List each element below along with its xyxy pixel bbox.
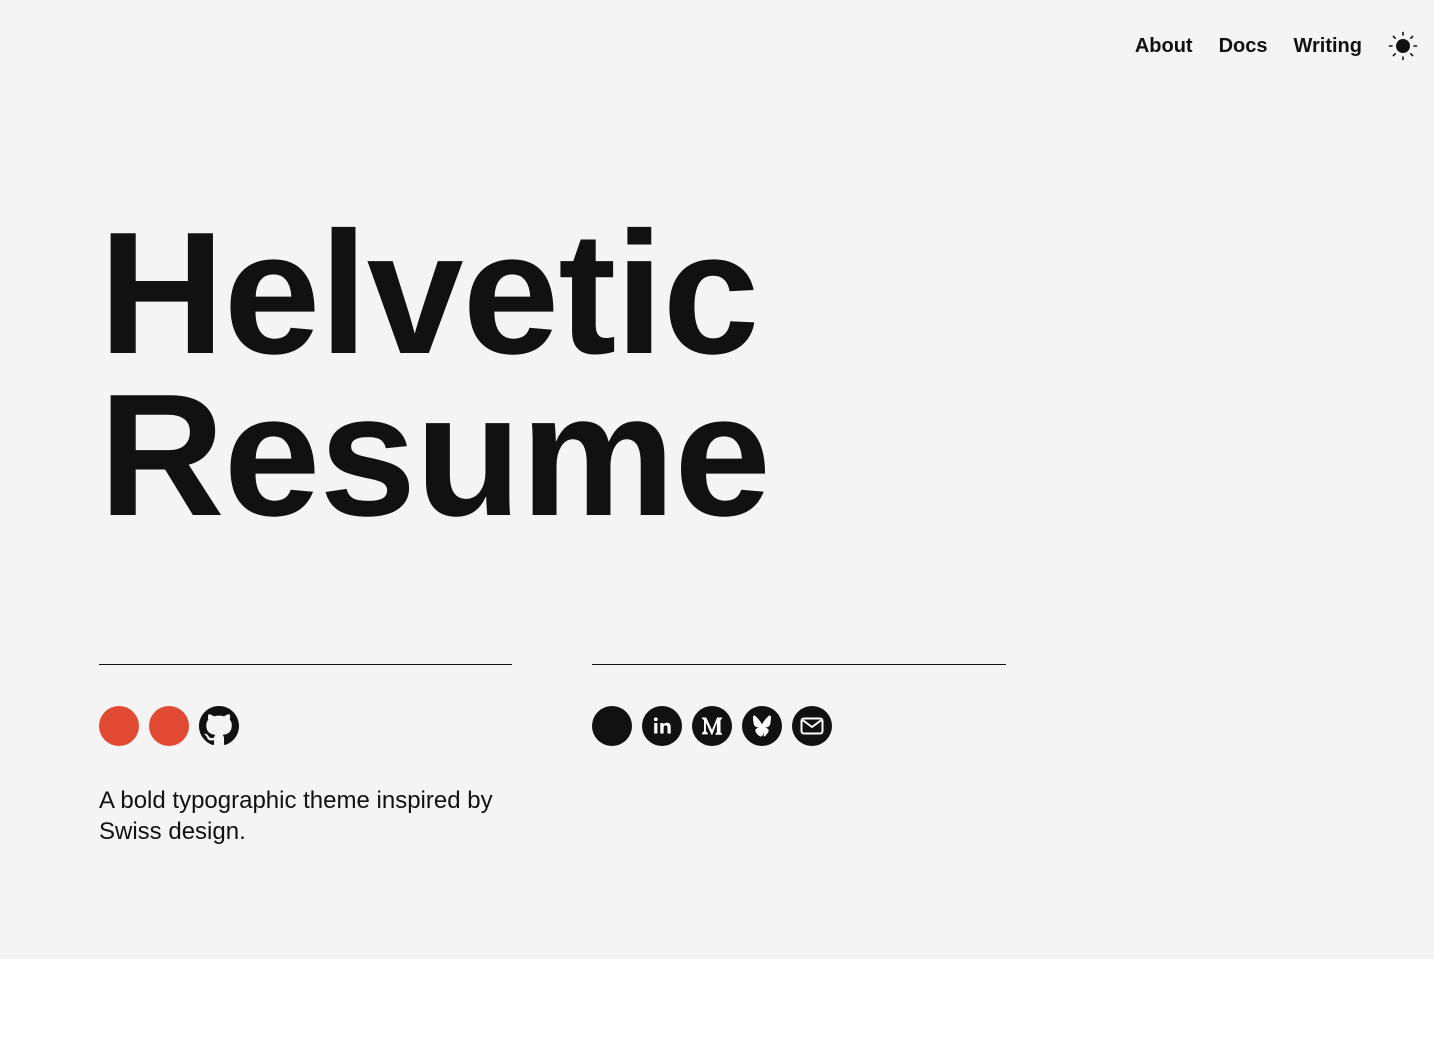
- black-dot-icon[interactable]: [592, 706, 632, 746]
- top-nav: About Docs Writing: [1135, 28, 1418, 64]
- nav-about-link[interactable]: About: [1135, 28, 1193, 64]
- nav-docs-link[interactable]: Docs: [1219, 28, 1268, 64]
- theme-toggle-button[interactable]: [1388, 31, 1418, 61]
- medium-icon[interactable]: [692, 706, 732, 746]
- tagline: A bold typographic theme inspired by Swi…: [99, 787, 493, 845]
- hero-title-line-1: Helvetic: [99, 195, 759, 390]
- linkedin-icon[interactable]: [642, 706, 682, 746]
- left-icon-row: [99, 706, 512, 746]
- right-divider: [592, 664, 1006, 665]
- bluesky-icon[interactable]: [742, 706, 782, 746]
- red-dot-icon[interactable]: [99, 706, 139, 746]
- right-column: [592, 664, 1006, 746]
- page: About Docs Writing Helvetic Resume A bol…: [0, 0, 1434, 959]
- left-divider: [99, 664, 512, 665]
- right-icon-row: [592, 706, 1006, 746]
- left-column: A bold typographic theme inspired by Swi…: [99, 664, 512, 871]
- email-icon[interactable]: [792, 706, 832, 746]
- hero-title-line-2: Resume: [99, 357, 771, 552]
- hero-title: Helvetic Resume: [99, 195, 771, 552]
- sun-icon: [1388, 31, 1418, 61]
- nav-writing-link[interactable]: Writing: [1293, 28, 1362, 64]
- github-icon[interactable]: [199, 706, 239, 746]
- red-dot-icon[interactable]: [149, 706, 189, 746]
